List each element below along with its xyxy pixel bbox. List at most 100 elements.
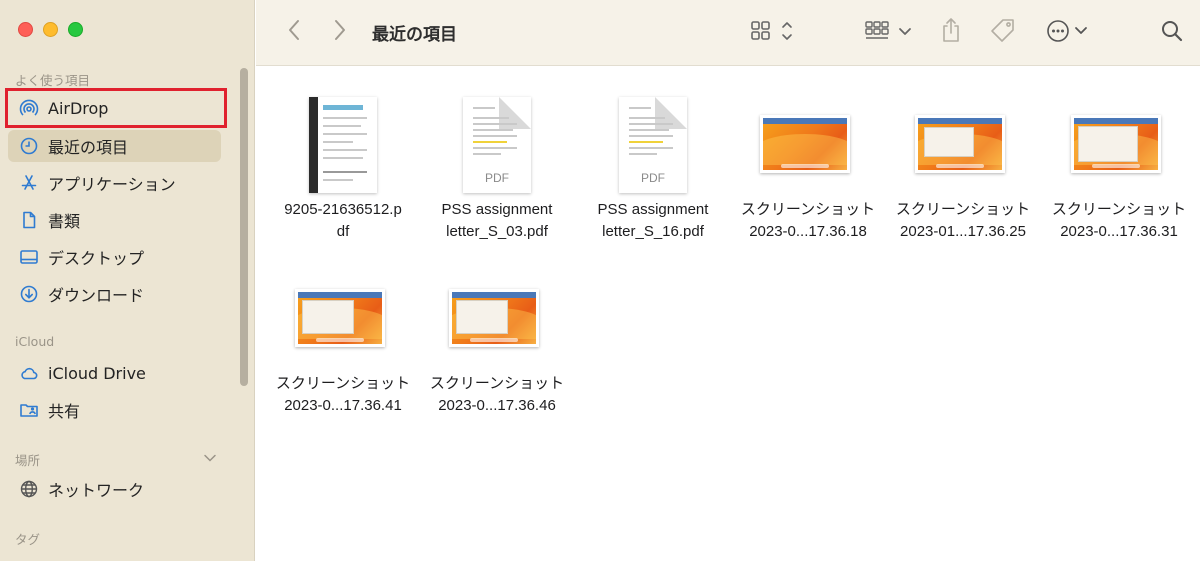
file-name: 9205-21636512.p df: [268, 199, 418, 243]
toolbar: 最近の項目: [256, 0, 1200, 66]
share-icon: [943, 18, 959, 42]
file-item[interactable]: PDF PSS assignment letter_S_16.pdf: [578, 97, 728, 243]
applications-icon: [19, 173, 39, 193]
file-item[interactable]: PDF PSS assignment letter_S_03.pdf: [422, 97, 572, 243]
downloads-icon: [19, 284, 39, 304]
file-name-line: 2023-0...17.36.18: [749, 223, 867, 240]
recents-icon: [19, 136, 39, 156]
screenshot-thumbnail-image: [760, 115, 850, 173]
window-title: 最近の項目: [372, 25, 457, 45]
icloud-icon: [19, 363, 39, 383]
file-name-line: PSS assignment: [597, 201, 709, 218]
file-name-line: スクリーンショット: [895, 201, 1031, 218]
sidebar-item-label: 書類: [48, 212, 81, 231]
file-name-line: スクリーンショット: [275, 375, 411, 392]
sidebar-item-label: iCloud Drive: [48, 363, 146, 383]
file-name-line: 2023-0...17.36.46: [438, 397, 556, 414]
more-actions-button[interactable]: [1044, 16, 1094, 46]
file-name-line: スクリーンショット: [740, 201, 876, 218]
shared-folder-icon: [19, 400, 39, 420]
window-controls: [18, 22, 83, 37]
file-name: PSS assignment letter_S_16.pdf: [578, 199, 728, 243]
file-name: スクリーンショット 2023-01...17.36.25: [888, 199, 1038, 243]
file-item[interactable]: スクリーンショット 2023-01...17.36.25: [888, 97, 1038, 243]
screenshot-thumbnail-image: [1071, 115, 1161, 173]
sidebar-item-applications[interactable]: アプリケーション: [8, 167, 221, 199]
file-name-line: PSS assignment: [441, 201, 553, 218]
sidebar-item-downloads[interactable]: ダウンロード: [8, 278, 221, 310]
view-mode-button[interactable]: [749, 18, 797, 44]
sidebar-item-recents[interactable]: 最近の項目: [8, 130, 221, 162]
forward-button[interactable]: [328, 18, 352, 42]
file-name-line: スクリーンショット: [429, 375, 565, 392]
group-grid-icon: [865, 21, 911, 39]
file-name-line: 9205-21636512.p: [284, 201, 402, 218]
file-item[interactable]: スクリーンショット 2023-0...17.36.41: [268, 271, 418, 417]
sidebar-item-label: 最近の項目: [48, 138, 129, 157]
screenshot-thumbnail-image: [449, 289, 539, 347]
file-name: スクリーンショット 2023-0...17.36.41: [268, 373, 418, 417]
sidebar-item-label: デスクトップ: [48, 249, 145, 268]
file-browser: 9205-21636512.p df PDF PSS assignment le…: [256, 67, 1200, 561]
search-icon: [1162, 21, 1183, 42]
file-name-line: スクリーンショット: [1051, 201, 1187, 218]
file-thumbnail: PDF: [463, 97, 531, 193]
file-thumbnail: [1071, 97, 1167, 193]
documents-icon: [19, 210, 39, 230]
tags-button[interactable]: [988, 16, 1018, 46]
file-name-line: 2023-0...17.36.31: [1060, 223, 1178, 240]
pdf-badge: PDF: [485, 171, 509, 185]
sidebar-item-network[interactable]: ネットワーク: [8, 473, 221, 505]
minimize-window-button[interactable]: [43, 22, 58, 37]
airdrop-highlight-annotation: [5, 88, 227, 128]
sidebar-item-shared[interactable]: 共有: [8, 394, 221, 426]
file-name-line: letter_S_03.pdf: [446, 223, 548, 240]
sidebar-section-icloud: iCloud: [15, 334, 55, 349]
sidebar-section-locations: 場所: [15, 453, 41, 468]
file-name: スクリーンショット 2023-0...17.36.31: [1044, 199, 1194, 243]
file-name: PSS assignment letter_S_03.pdf: [422, 199, 572, 243]
collapse-chevron-icon[interactable]: [203, 451, 217, 465]
sidebar-item-label: 共有: [48, 402, 81, 421]
sidebar-scrollbar[interactable]: [240, 68, 248, 386]
ellipsis-circle-icon: [1047, 20, 1087, 42]
sidebar-item-desktop[interactable]: デスクトップ: [8, 241, 221, 273]
sidebar-section-favorites: よく使う項目: [15, 73, 91, 88]
screenshot-thumbnail-image: [915, 115, 1005, 173]
file-name-line: df: [336, 223, 350, 240]
pdf-document-icon: PDF: [619, 97, 687, 193]
pdf-badge: PDF: [641, 171, 665, 185]
file-thumbnail: [309, 97, 377, 193]
file-item[interactable]: スクリーンショット 2023-0...17.36.46: [422, 271, 572, 417]
sidebar-item-documents[interactable]: 書類: [8, 204, 221, 236]
group-by-button[interactable]: [864, 18, 914, 44]
file-thumbnail: [449, 271, 545, 367]
tag-icon: [991, 19, 1014, 42]
file-thumbnail: [760, 97, 856, 193]
back-button[interactable]: [282, 18, 306, 42]
fullscreen-window-button[interactable]: [68, 22, 83, 37]
icon-grid-view-icon: [751, 21, 792, 40]
desktop-icon: [19, 247, 39, 267]
chevron-left-icon: [289, 20, 299, 40]
file-name: スクリーンショット 2023-0...17.36.46: [422, 373, 572, 417]
sidebar-section-tags: タグ: [15, 532, 41, 547]
file-item[interactable]: スクリーンショット 2023-0...17.36.31: [1044, 97, 1194, 243]
file-name-line: 2023-01...17.36.25: [900, 223, 1026, 240]
sidebar-item-icloud-drive[interactable]: iCloud Drive: [8, 357, 221, 389]
scanned-document-icon: [309, 97, 377, 193]
file-thumbnail: [295, 271, 391, 367]
search-button[interactable]: [1158, 17, 1186, 45]
file-thumbnail: PDF: [619, 97, 687, 193]
file-thumbnail: [915, 97, 1011, 193]
sidebar-item-label: ダウンロード: [48, 286, 145, 305]
file-item[interactable]: 9205-21636512.p df: [268, 97, 418, 243]
pdf-document-icon: PDF: [463, 97, 531, 193]
file-name-line: letter_S_16.pdf: [602, 223, 704, 240]
share-button[interactable]: [938, 15, 964, 45]
sidebar-item-label: ネットワーク: [48, 481, 145, 500]
file-item[interactable]: スクリーンショット 2023-0...17.36.18: [733, 97, 883, 243]
file-name: スクリーンショット 2023-0...17.36.18: [733, 199, 883, 243]
close-window-button[interactable]: [18, 22, 33, 37]
network-globe-icon: [19, 479, 39, 499]
